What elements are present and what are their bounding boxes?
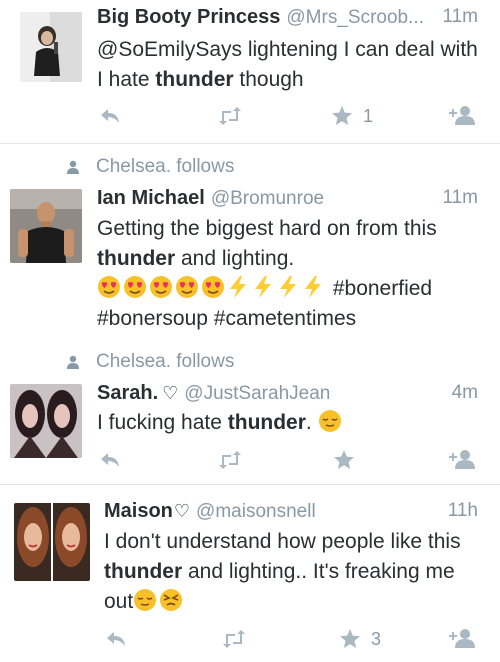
person-icon: [67, 355, 79, 369]
person-icon: [67, 160, 79, 174]
social-context: Chelsea. follows: [66, 156, 234, 178]
favorite-count: 1: [363, 105, 374, 126]
favorite-button[interactable]: [333, 447, 365, 473]
star-icon: [340, 629, 360, 648]
retweet-icon: [219, 451, 241, 469]
relieved-emoji: [134, 589, 157, 611]
follow-user-icon: [449, 106, 475, 125]
reply-icon: [101, 453, 119, 467]
tweet-header: Big Booty Princess @Mrs_Scroob... 11m: [97, 6, 478, 34]
follow-button[interactable]: [447, 626, 477, 652]
reply-button[interactable]: [99, 103, 121, 129]
tweet-text: Getting the biggest hard on from this th…: [97, 217, 437, 330]
heart-eyes-emoji: [124, 276, 146, 298]
retweet-button[interactable]: [217, 103, 243, 129]
heart-eyes-emoji: [202, 276, 224, 298]
hashtag-link[interactable]: #bonersoup #cametentimes: [97, 307, 356, 330]
star-icon: [334, 450, 354, 469]
follow-user-icon: [449, 629, 475, 648]
reply-icon: [101, 109, 119, 123]
timestamp[interactable]: 11m: [442, 187, 478, 209]
avatar[interactable]: [10, 384, 82, 458]
username[interactable]: @Bromunroe: [211, 188, 324, 209]
relieved-emoji: [318, 410, 341, 432]
avatar[interactable]: [20, 12, 82, 82]
lightning-emoji: [230, 276, 246, 298]
tweet-1[interactable]: Big Booty Princess @Mrs_Scroob... 11m @So…: [0, 0, 500, 140]
tweet-text: I fucking hate thunder.: [97, 408, 480, 438]
star-icon: [332, 106, 352, 125]
tweet-actions: [97, 447, 482, 473]
tweet-text: I don't understand how people like this …: [104, 530, 461, 613]
display-name[interactable]: Ian Michael: [97, 187, 205, 209]
lightning-emoji: [255, 276, 271, 298]
reply-icon: [107, 632, 125, 646]
avatar[interactable]: [10, 189, 82, 263]
tweet-actions: 1: [97, 103, 482, 129]
retweet-icon: [223, 630, 245, 648]
display-name[interactable]: Big Booty Princess: [97, 6, 280, 28]
hashtag-link[interactable]: #bonerfied: [333, 277, 432, 300]
emoji-line: #bonerfied: [97, 276, 432, 300]
tweet-header: Ian Michael @Bromunroe 11m: [97, 187, 478, 215]
follow-user-icon: [449, 450, 475, 469]
favorite-count: 3: [371, 628, 382, 649]
heart-eyes-emoji: [150, 276, 172, 298]
heart-eyes-emoji: [176, 276, 198, 298]
display-name[interactable]: Maison: [104, 500, 173, 522]
reply-button[interactable]: [99, 447, 121, 473]
tweet-2[interactable]: Chelsea. follows Ian Michael @Bromunroe 1…: [0, 144, 500, 344]
reply-button[interactable]: [105, 626, 127, 652]
retweet-button[interactable]: [221, 626, 247, 652]
tweet-header: Sarah. ♡ @JustSarahJean 4m: [97, 382, 478, 410]
lightning-emoji: [280, 276, 296, 298]
username[interactable]: @JustSarahJean: [184, 383, 330, 404]
timestamp[interactable]: 11m: [442, 6, 478, 28]
social-context: Chelsea. follows: [66, 351, 234, 373]
heart-eyes-emoji: [98, 276, 120, 298]
timestamp[interactable]: 11h: [448, 500, 478, 522]
timestamp[interactable]: 4m: [452, 382, 478, 404]
favorite-button[interactable]: 3: [339, 626, 381, 652]
follow-button[interactable]: [447, 447, 477, 473]
username[interactable]: @Mrs_Scroob...: [286, 7, 424, 28]
username[interactable]: @maisonsnell: [196, 501, 316, 522]
name-heart: ♡: [173, 501, 191, 521]
retweet-icon: [219, 107, 241, 125]
avatar[interactable]: [14, 503, 90, 581]
tweet-3[interactable]: Chelsea. follows Sarah. ♡ @JustSarahJean 4…: [0, 340, 500, 480]
tweet-actions: 3: [97, 626, 482, 652]
favorite-button[interactable]: 1: [331, 103, 373, 129]
name-heart: ♡: [162, 383, 179, 403]
tweet-4[interactable]: Maison♡ @maisonsnell 11h I don't understa…: [0, 485, 500, 662]
follow-button[interactable]: [447, 103, 477, 129]
lightning-emoji: [305, 276, 321, 298]
tweet-header: Maison♡ @maisonsnell 11h: [104, 500, 478, 528]
persevering-emoji: [160, 589, 183, 611]
tweet-text: @SoEmilySays lightening I can deal with …: [97, 38, 478, 91]
display-name[interactable]: Sarah.: [97, 382, 158, 404]
retweet-button[interactable]: [217, 447, 243, 473]
